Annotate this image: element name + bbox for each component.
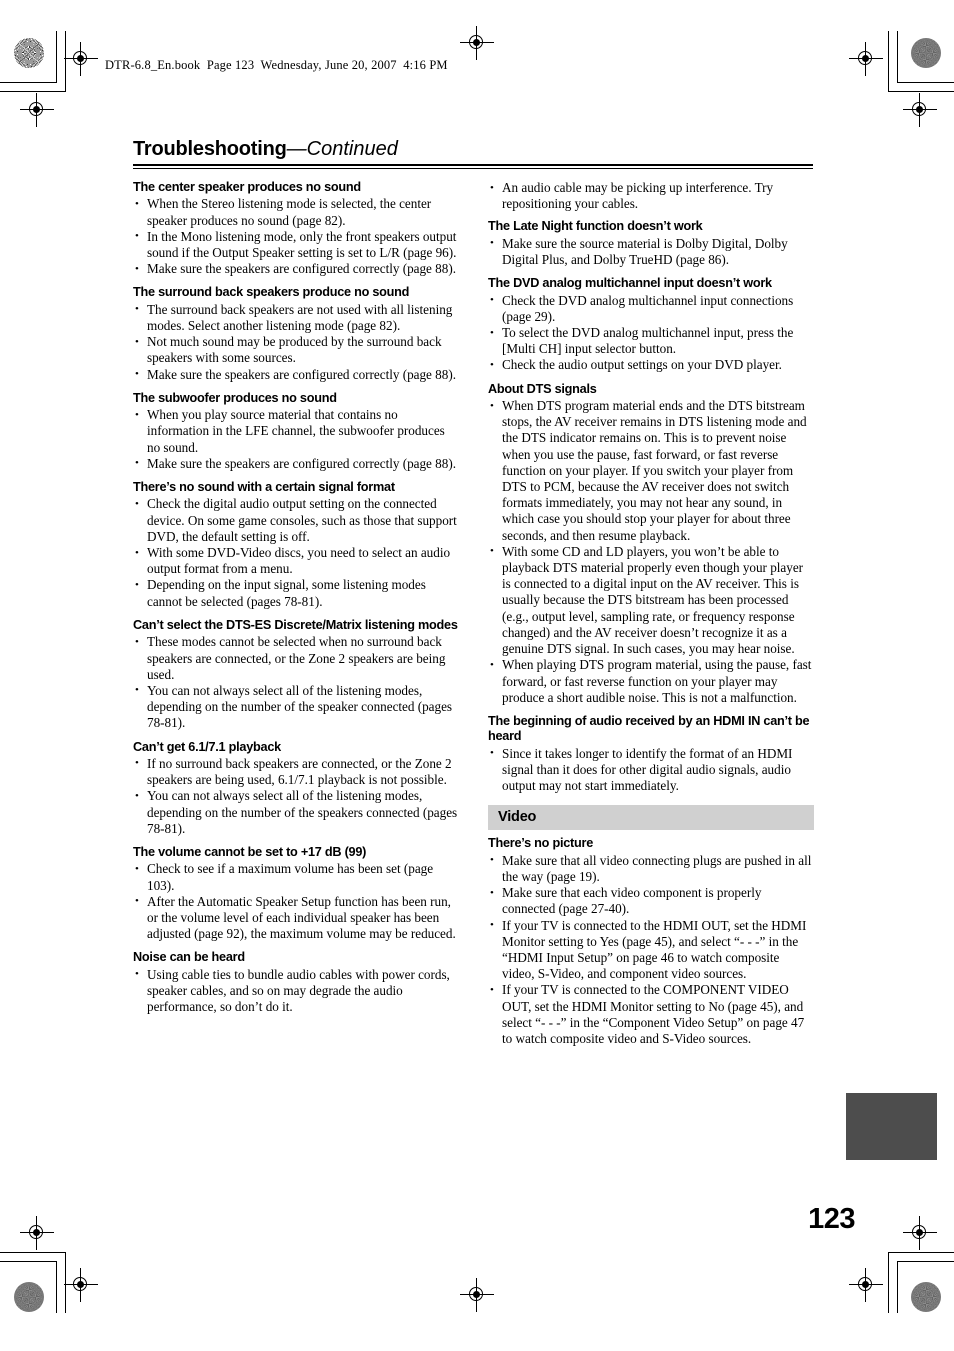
section-heading: Can’t get 6.1/7.1 playback bbox=[133, 739, 281, 754]
page-title-block: Troubleshooting—Continued bbox=[133, 138, 813, 170]
bullet-item: If your TV is connected to the HDMI OUT,… bbox=[488, 917, 814, 983]
document-page: DTR-6.8_En.book Page 123 Wednesday, June… bbox=[0, 0, 954, 1351]
section-heading: There’s no picture bbox=[488, 836, 594, 851]
bullet-item: When DTS program material ends and the D… bbox=[488, 398, 814, 544]
section-bullet-list: When the Stereo listening mode is select… bbox=[133, 196, 459, 277]
bullet-item: Check the audio output settings on your … bbox=[488, 357, 814, 373]
bullet-item: When you play source material that conta… bbox=[133, 407, 459, 456]
section-bullet-list: Check to see if a maximum volume has bee… bbox=[133, 861, 459, 942]
page-number: 123 bbox=[808, 1203, 855, 1235]
chapter-thumb-tab bbox=[846, 1093, 937, 1160]
section-heading: The volume cannot be set to +17 dB (99) bbox=[133, 844, 367, 859]
page-title-main: Troubleshooting bbox=[133, 138, 287, 160]
section-bullet-list: Using cable ties to bundle audio cables … bbox=[133, 966, 459, 1016]
section-heading: About DTS signals bbox=[488, 381, 597, 396]
bullet-item: When playing DTS program material, using… bbox=[488, 657, 814, 706]
right-column-sections: The Late Night function doesn’t workMake… bbox=[488, 219, 814, 794]
section-bullet-list: The surround back speakers are not used … bbox=[133, 301, 459, 383]
section-bullet-list: If no surround back speakers are connect… bbox=[133, 755, 459, 837]
file-header-line: DTR-6.8_En.book Page 123 Wednesday, June… bbox=[105, 58, 448, 72]
bullet-item: An audio cable may be picking up interfe… bbox=[488, 179, 814, 212]
section-bullet-list: When DTS program material ends and the D… bbox=[488, 398, 814, 706]
section-bullet-list: When you play source material that conta… bbox=[133, 407, 459, 472]
section-bullet-list: These modes cannot be selected when no s… bbox=[133, 634, 459, 731]
section-heading: There’s no sound with a certain signal f… bbox=[133, 480, 395, 495]
right-column: An audio cable may be picking up interfe… bbox=[488, 179, 814, 1054]
title-rule-thin bbox=[133, 167, 813, 170]
title-rule-thick bbox=[133, 164, 813, 167]
bullet-item: Make sure the speakers are configured co… bbox=[133, 455, 459, 472]
section-heading: The center speaker produces no sound bbox=[133, 180, 361, 194]
section-heading: Noise can be heard bbox=[133, 950, 245, 965]
left-column: The center speaker produces no sound When… bbox=[133, 180, 459, 1022]
bullet-item: Depending on the input signal, some list… bbox=[133, 577, 459, 609]
section-heading: The DVD analog multichannel input doesn’… bbox=[488, 276, 772, 291]
bullet-item: Using cable ties to bundle audio cables … bbox=[133, 966, 459, 1016]
bullet-item: Make sure the speakers are configured co… bbox=[133, 366, 459, 383]
bullet-item: Make sure the source material is Dolby D… bbox=[488, 235, 814, 268]
section-band-video: Video bbox=[488, 805, 814, 831]
section-bullet-list: Since it takes longer to identify the fo… bbox=[488, 745, 814, 795]
bullet-item: Not much sound may be produced by the su… bbox=[133, 334, 459, 366]
left-column-sections: The center speaker produces no sound When… bbox=[133, 180, 459, 1015]
page-title: Troubleshooting—Continued bbox=[133, 138, 813, 161]
bullet-item: Check the DVD analog multichannel input … bbox=[488, 292, 814, 325]
section-heading: Can’t select the DTS-ES Discrete/Matrix … bbox=[133, 617, 458, 632]
bullet-item: If your TV is connected to the COMPONENT… bbox=[488, 982, 814, 1047]
bullet-item: Check the digital audio output setting o… bbox=[133, 496, 459, 545]
bullet-item: Make sure the speakers are configured co… bbox=[133, 261, 459, 277]
section-heading: The beginning of audio received by an HD… bbox=[488, 713, 810, 744]
right-column-lead-bullets: An audio cable may be picking up interfe… bbox=[488, 179, 814, 212]
section-heading: The Late Night function doesn’t work bbox=[488, 219, 703, 234]
page-title-continued: —Continued bbox=[286, 138, 398, 160]
bullet-item: After the Automatic Speaker Setup functi… bbox=[133, 893, 459, 943]
section-heading: The surround back speakers produce no so… bbox=[133, 285, 410, 300]
bullet-item: With some DVD-Video discs, you need to s… bbox=[133, 545, 459, 577]
bullet-item: When the Stereo listening mode is select… bbox=[133, 196, 459, 228]
bullet-item: With some CD and LD players, you won’t b… bbox=[488, 543, 814, 657]
bullet-item: Make sure that all video connecting plug… bbox=[488, 852, 814, 885]
bullet-item: Since it takes longer to identify the fo… bbox=[488, 745, 814, 795]
bullet-item: The surround back speakers are not used … bbox=[133, 301, 459, 334]
bullet-item: Make sure that each video component is p… bbox=[488, 885, 814, 917]
section-heading: The subwoofer produces no sound bbox=[133, 390, 337, 405]
bullet-item: These modes cannot be selected when no s… bbox=[133, 634, 459, 683]
bullet-item: Check to see if a maximum volume has bee… bbox=[133, 861, 459, 893]
bullet-item: In the Mono listening mode, only the fro… bbox=[133, 228, 459, 261]
bullet-item: You can not always select all of the lis… bbox=[133, 682, 459, 732]
video-sections: There’s no pictureMake sure that all vid… bbox=[488, 836, 814, 1047]
bullet-item: To select the DVD analog multichannel in… bbox=[488, 325, 814, 357]
section-bullet-list: Check the DVD analog multichannel input … bbox=[488, 292, 814, 374]
bullet-item: You can not always select all of the lis… bbox=[133, 788, 459, 837]
section-bullet-list: Make sure that all video connecting plug… bbox=[488, 852, 814, 1047]
section-bullet-list: Check the digital audio output setting o… bbox=[133, 496, 459, 609]
bullet-item: If no surround back speakers are connect… bbox=[133, 755, 459, 788]
section-bullet-list: Make sure the source material is Dolby D… bbox=[488, 235, 814, 268]
